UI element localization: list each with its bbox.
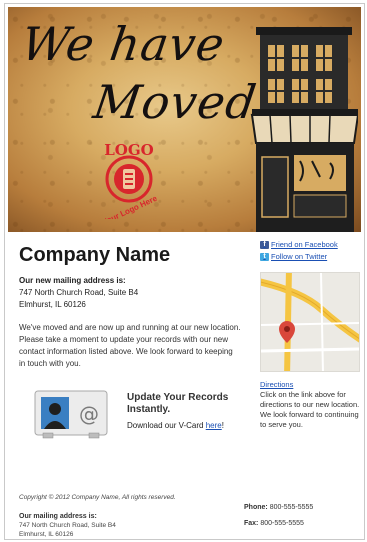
footer-mail-line1: 747 North Church Road, Suite B4 bbox=[19, 522, 116, 529]
footer-mail-label: Our mailing address is: bbox=[19, 513, 97, 520]
vcard-icon[interactable]: @ bbox=[33, 389, 109, 441]
address-line1: 747 North Church Road, Suite B4 bbox=[19, 288, 139, 297]
logo-icon: LOGO Your Logo Here bbox=[101, 141, 159, 219]
logo-text: LOGO bbox=[104, 141, 154, 159]
footer-fax: Fax: 800-555-5555 bbox=[244, 520, 304, 527]
footer-phone: Phone: 800-555-5555 bbox=[244, 504, 313, 511]
building-illustration bbox=[246, 27, 358, 232]
twitter-link[interactable]: t Follow on Twitter bbox=[260, 252, 327, 261]
headline-line2: Moved bbox=[90, 75, 261, 129]
copyright-text: Copyright © 2012 Company Name, All right… bbox=[19, 494, 176, 501]
location-map[interactable] bbox=[260, 272, 360, 372]
fax-number: 800-555-5555 bbox=[260, 520, 304, 527]
logo-badge: LOGO Your Logo Here bbox=[96, 137, 162, 219]
phone-label: Phone: bbox=[244, 504, 268, 511]
facebook-link-label: Friend on Facebook bbox=[271, 240, 338, 249]
fax-label: Fax: bbox=[244, 520, 259, 527]
vcard-line-prefix: Download our V-Card bbox=[127, 421, 206, 430]
twitter-icon: t bbox=[260, 252, 269, 261]
email-frame: We have Moved LOGO Your Logo Here Compan… bbox=[4, 3, 365, 540]
address-line2: Elmhurst, IL 60126 bbox=[19, 300, 86, 309]
directions-link[interactable]: Directions bbox=[260, 380, 293, 389]
footer-mail-line2: Elmhurst, IL 60126 bbox=[19, 531, 74, 538]
vcard-line-suffix: ! bbox=[221, 421, 224, 430]
moved-banner: We have Moved LOGO Your Logo Here bbox=[8, 7, 361, 232]
svg-text:@: @ bbox=[79, 402, 99, 426]
headline-line1: We have bbox=[18, 17, 229, 71]
vcard-download-link[interactable]: here bbox=[206, 421, 222, 430]
vcard-title: Update Your Records Instantly. bbox=[127, 392, 229, 415]
twitter-link-label: Follow on Twitter bbox=[271, 252, 328, 261]
moved-message: We've moved and are now up and running a… bbox=[19, 323, 241, 368]
company-name: Company Name bbox=[19, 244, 171, 266]
directions-text: Click on the link above for directions t… bbox=[260, 390, 360, 429]
facebook-icon: f bbox=[260, 240, 269, 249]
phone-number: 800-555-5555 bbox=[269, 504, 314, 511]
vcard-download-line: Download our V-Card here! bbox=[127, 421, 224, 430]
logo-subtext: Your Logo Here bbox=[101, 193, 159, 219]
facebook-link[interactable]: f Friend on Facebook bbox=[260, 240, 338, 249]
address-label: Our new mailing address is: bbox=[19, 276, 126, 285]
